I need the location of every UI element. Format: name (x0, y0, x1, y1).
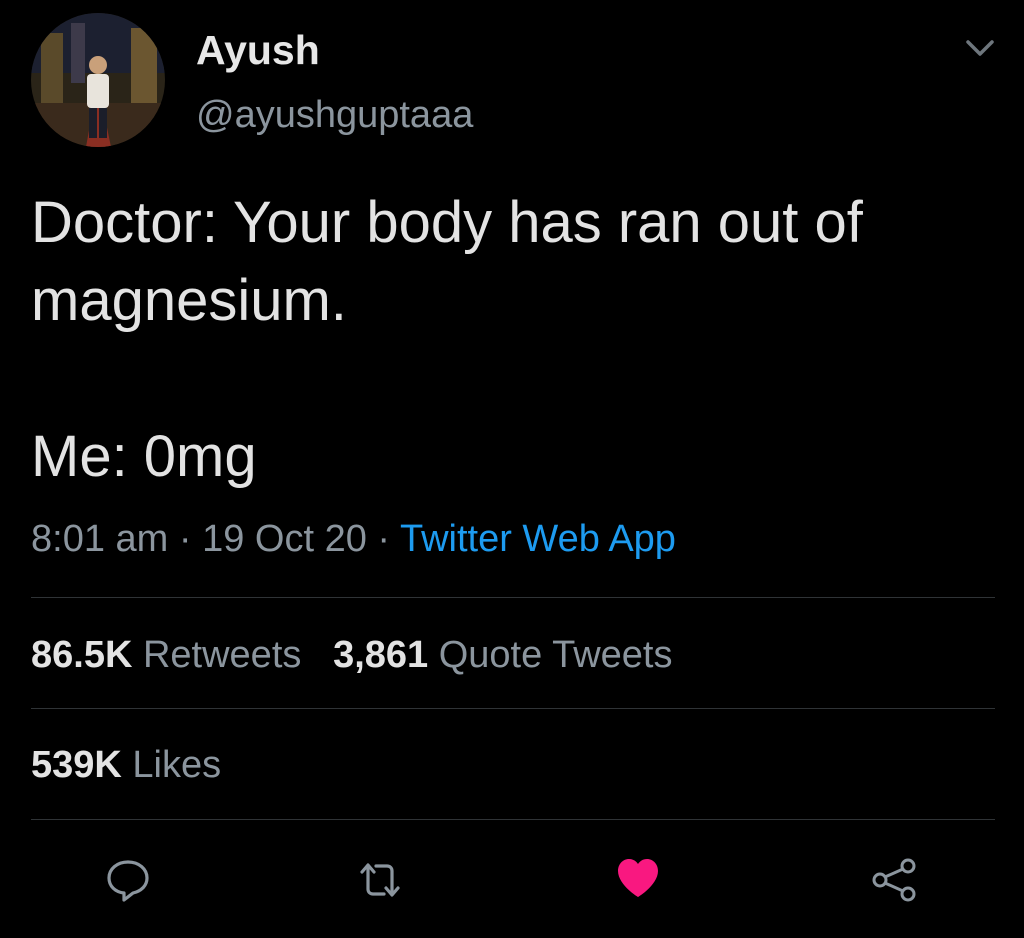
likes-label: Likes (132, 744, 222, 786)
tweet-date[interactable]: 19 Oct 20 (202, 518, 367, 560)
heart-icon (618, 859, 658, 897)
tweet-line-1: Doctor: Your body has ran out of (31, 190, 863, 255)
tweet-reply-line: Me: 0mg (31, 424, 257, 489)
share-nodes-icon (872, 858, 916, 902)
likes-stat[interactable]: 539K Likes (31, 744, 221, 786)
retweets-label: Retweets (142, 634, 302, 676)
retweets-stat[interactable]: 86.5K Retweets (31, 634, 301, 676)
tweet-line-2: magnesium. (31, 268, 347, 333)
engagement-row: 86.5K Retweets 3,861 Quote Tweets (31, 630, 673, 680)
retweets-count: 86.5K (31, 634, 133, 676)
reply-button[interactable] (104, 856, 152, 904)
tweet-meta: 8:01 am · 19 Oct 20 · Twitter Web App (31, 514, 676, 564)
avatar[interactable] (31, 13, 165, 147)
more-options-button[interactable] (960, 32, 1000, 64)
speech-bubble-icon (107, 860, 149, 902)
retweet-button[interactable] (356, 856, 404, 904)
quote-tweets-stat[interactable]: 3,861 Quote Tweets (333, 634, 672, 676)
meta-separator: · (366, 518, 400, 560)
likes-row: 539K Likes (31, 740, 221, 790)
retweet-arrows-icon (360, 863, 400, 897)
tweet-source[interactable]: Twitter Web App (400, 518, 676, 560)
divider (31, 597, 995, 598)
like-button[interactable] (614, 854, 662, 902)
quote-tweets-count: 3,861 (333, 634, 429, 676)
share-button[interactable] (870, 856, 918, 904)
divider (31, 819, 995, 820)
divider (31, 708, 995, 709)
chevron-down-icon (966, 40, 994, 56)
quote-tweets-label: Quote Tweets (438, 634, 673, 676)
tweet-text: Doctor: Your body has ran out of magnesi… (31, 184, 991, 496)
tweet-time[interactable]: 8:01 am (31, 518, 168, 560)
likes-count: 539K (31, 744, 122, 786)
author-handle[interactable]: @ayushguptaaa (196, 93, 473, 137)
meta-separator: · (168, 518, 203, 560)
author-display-name[interactable]: Ayush (196, 28, 320, 72)
profile-photo (31, 13, 165, 147)
